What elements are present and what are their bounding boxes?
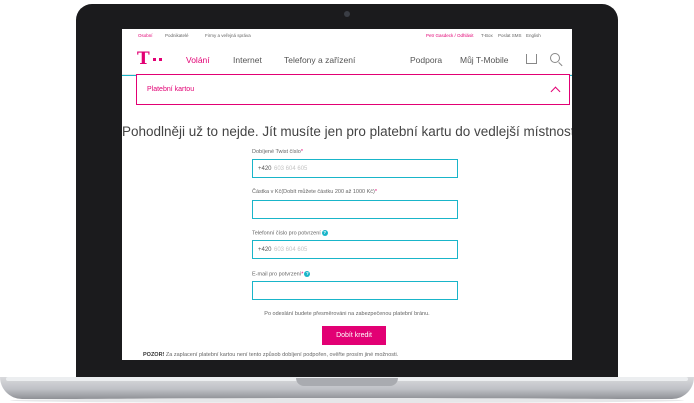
utility-link-personal[interactable]: Osobní [138,33,153,38]
required-mark: * [300,149,303,155]
camera-icon [344,11,350,17]
logo-dot [152,58,156,61]
twist-number-label: Dobíjené Twist číslo* [252,149,303,155]
submit-button[interactable]: Dobít kredit [322,326,386,345]
phone-label: Telefonní číslo pro potvrzení? [252,230,328,236]
laptop-notch [296,378,398,386]
country-prefix: +420 [258,166,272,172]
required-mark: * [301,271,304,278]
warning-body: Za zaplacení platební kartou není tento … [165,352,399,358]
accordion-title: Platební kartou [147,86,195,93]
amount-input[interactable] [252,200,458,219]
info-icon[interactable]: ? [321,230,328,236]
email-label: E-mail pro potvrzení*? [252,271,311,278]
main-nav: T Volání Internet Telefony a zařízení Po… [122,43,572,75]
utility-link-corporate[interactable]: Firmy a veřejná správa [205,33,251,38]
nav-link-internet[interactable]: Internet [233,55,262,65]
utility-link-english[interactable]: English [526,33,541,38]
chevron-up-icon[interactable] [550,86,561,97]
search-icon[interactable] [550,53,560,63]
laptop-shadow [10,398,684,403]
email-label-text: E-mail pro potvrzení [252,271,302,278]
twist-number-input[interactable]: +420 603 604 605 [252,159,458,178]
email-input[interactable] [252,281,458,300]
amount-label: Částka v Kč(Dobít můžete částku 200 až 1… [252,189,377,195]
amount-label-text: Částka v Kč(Dobít můžete částku 200 až 1… [252,189,375,195]
payment-accordion[interactable]: Platební kartou [136,74,570,105]
t-mobile-logo[interactable]: T [137,51,162,68]
utility-bar: Osobní Podnikatelé Firmy a veřejná správ… [122,29,572,43]
phone-input[interactable]: +420 603 604 605 [252,240,458,259]
utility-user-logout[interactable]: Petr Gasdeck / Odhlásit [426,33,474,38]
utility-link-business[interactable]: Podnikatelé [165,33,189,38]
utility-link-tbox[interactable]: T-Box [481,33,493,38]
logo-dot [158,58,162,61]
utility-link-sms[interactable]: Poslat SMS [498,33,522,38]
required-mark: * [374,189,378,195]
page-headline: Pohodlněji už to nejde. Jít musíte jen p… [122,124,572,139]
nav-link-support[interactable]: Podpora [410,55,442,65]
input-placeholder: 603 604 605 [274,247,308,253]
phone-label-text: Telefonní číslo pro potvrzení [252,230,321,237]
nav-link-devices[interactable]: Telefony a zařízení [284,55,355,65]
input-placeholder: 603 604 605 [274,166,308,172]
redirect-note: Po odeslání budete přesměrováni na zabez… [264,311,430,317]
nav-link-calling[interactable]: Volání [186,55,210,65]
warning-bold: POZOR! [143,352,165,358]
warning-text: POZOR! Za zaplacení platební kartou není… [143,352,398,358]
logo-t-glyph: T [137,49,150,69]
country-prefix: +420 [258,247,272,253]
laptop-screen: Osobní Podnikatelé Firmy a veřejná správ… [122,29,572,360]
info-icon[interactable]: ? [304,271,311,277]
cart-icon[interactable] [526,54,537,64]
twist-number-label-text: Dobíjené Twist číslo [252,149,301,155]
nav-link-my-account[interactable]: Můj T-Mobile [460,55,509,65]
stage: Osobní Podnikatelé Firmy a veřejná správ… [0,0,694,403]
